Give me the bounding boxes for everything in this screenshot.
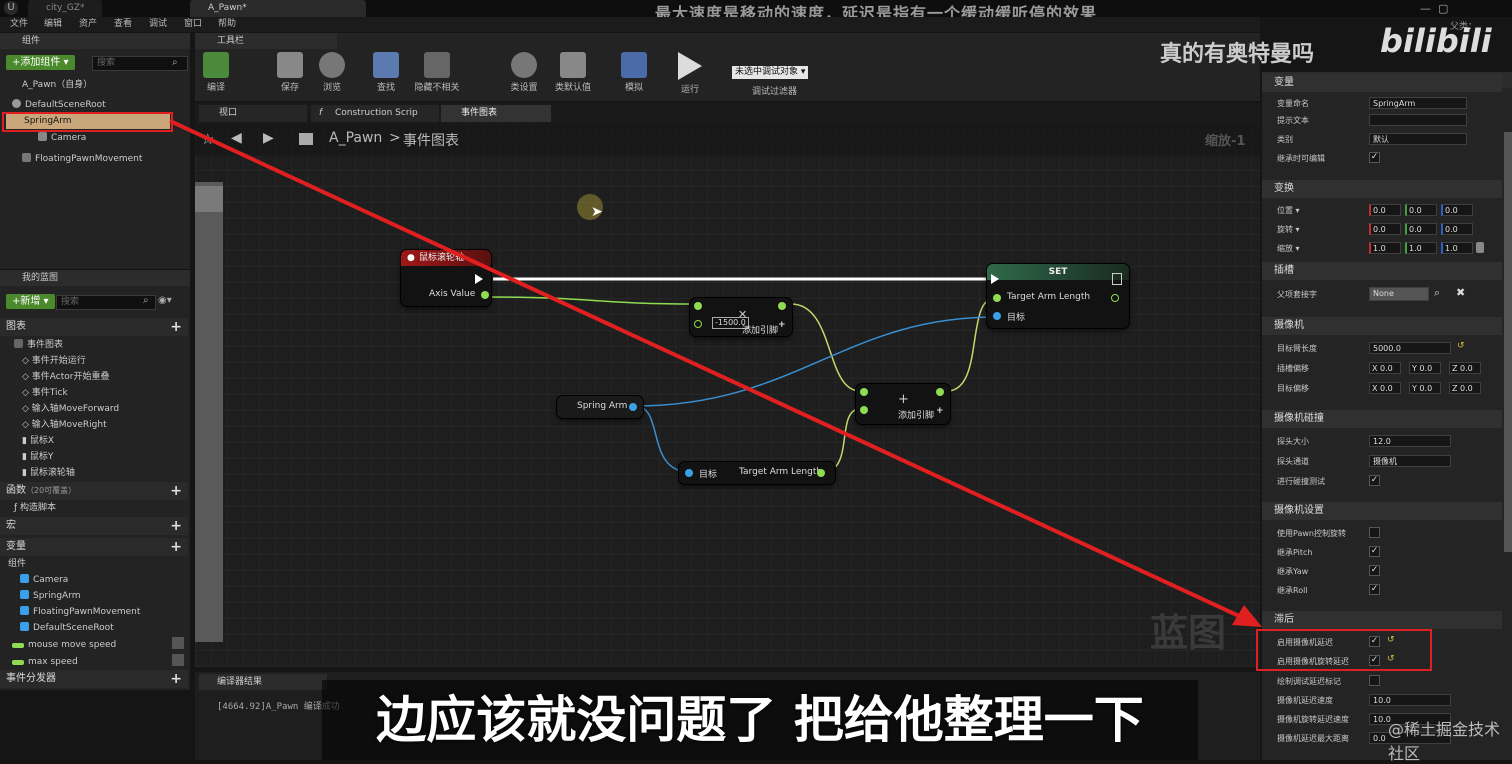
annotation-arrow	[169, 119, 1262, 627]
corner-watermark: @稀土掘金技术社区	[1388, 720, 1501, 763]
arrow-line	[169, 119, 1253, 624]
video-subtitle: 边应该就没问题了 把给他整理一下	[376, 691, 1144, 749]
